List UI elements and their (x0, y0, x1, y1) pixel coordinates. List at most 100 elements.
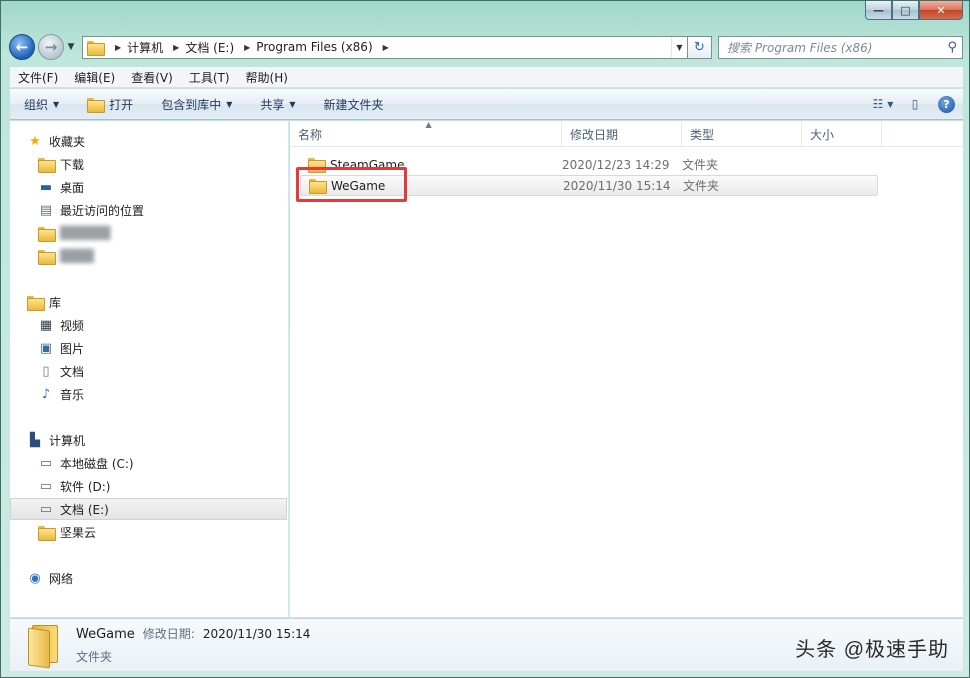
nav-network[interactable]: ◉ 网络 (27, 567, 288, 589)
back-button[interactable]: ← (9, 34, 35, 60)
minimize-button[interactable]: — (865, 1, 892, 20)
nav-item-music[interactable]: ♪ 音乐 (38, 383, 288, 405)
column-header-size[interactable]: 大小 (802, 121, 882, 147)
explorer-window: — □ ✕ ← → ▼ ▶ 计算机 ▶ 文档 (E:) ▶ Program Fi… (0, 0, 970, 678)
preview-pane-button[interactable]: ▯ (902, 93, 928, 115)
chevron-right-icon[interactable]: ▶ (115, 43, 121, 52)
column-header-label: 修改日期 (570, 127, 619, 142)
nav-item-recent-places[interactable]: ▤ 最近访问的位置 (38, 199, 288, 221)
chevron-right-icon[interactable]: ▶ (173, 43, 179, 52)
nav-network-label: 网络 (49, 571, 74, 586)
refresh-icon: ↻ (694, 39, 705, 55)
search-input[interactable]: 搜索 Program Files (x86) ⚲ (718, 35, 963, 59)
nav-computer-label: 计算机 (49, 433, 86, 448)
large-folder-icon (28, 623, 62, 669)
column-header-name[interactable]: ▲ 名称 (290, 120, 562, 147)
search-icon[interactable]: ⚲ (947, 40, 957, 55)
nav-favorites[interactable]: ★ 收藏夹 (27, 130, 288, 152)
nav-item-blurred-1[interactable]: ██████ (38, 222, 288, 244)
forward-button[interactable]: → (38, 34, 64, 60)
nav-computer[interactable]: ▙ 计算机 (27, 429, 288, 451)
nav-item-label: 桌面 (60, 180, 85, 195)
include-in-library-button[interactable]: 包含到库中 ▼ (147, 96, 246, 113)
view-list-icon: ☷ (872, 97, 884, 111)
downloads-folder-icon (38, 157, 56, 173)
windows-drive-icon: ▭ (39, 455, 53, 471)
nav-item-drive-c[interactable]: ▭ 本地磁盘 (C:) (38, 452, 288, 474)
navigation-pane: ★ 收藏夹 下载 ▬ 桌面 ▤ 最近访问的位置 ██████ ████ 库 ▦ (10, 121, 289, 617)
details-name: WeGame (76, 627, 135, 642)
document-icon: ▯ (42, 363, 50, 379)
column-header-label: 大小 (810, 127, 835, 142)
column-header-label: 名称 (298, 127, 323, 142)
address-history-dropdown[interactable]: ▼ (671, 36, 687, 58)
nav-item-videos[interactable]: ▦ 视频 (38, 314, 288, 336)
help-button[interactable]: ? (938, 95, 955, 113)
breadcrumb-program-files[interactable]: Program Files (x86) (256, 40, 372, 54)
nav-item-blurred-2[interactable]: ████ (38, 245, 288, 267)
include-in-library-label: 包含到库中 (161, 97, 222, 112)
recent-pages-dropdown[interactable]: ▼ (66, 42, 76, 52)
refresh-button[interactable]: ↻ (688, 35, 712, 59)
chevron-right-icon[interactable]: ▶ (383, 43, 389, 52)
address-bar[interactable]: ▶ 计算机 ▶ 文档 (E:) ▶ Program Files (x86) ▶ … (82, 35, 688, 59)
column-headers: ▲ 名称 修改日期 类型 大小 (290, 120, 963, 147)
organize-button[interactable]: 组织 ▼ (10, 96, 73, 113)
nav-libraries-label: 库 (49, 295, 62, 310)
nav-item-label: 音乐 (60, 387, 85, 402)
view-options-button[interactable]: ☷ ▼ (870, 93, 896, 115)
nav-item-drive-d[interactable]: ▭ 软件 (D:) (38, 475, 288, 497)
search-placeholder: 搜索 Program Files (x86) (727, 40, 873, 55)
column-header-modified[interactable]: 修改日期 (562, 121, 682, 147)
folder-icon (38, 249, 56, 265)
open-button[interactable]: 打开 (73, 96, 147, 113)
menu-view[interactable]: 查看(V) (123, 69, 181, 86)
column-header-type[interactable]: 类型 (682, 121, 802, 147)
nav-libraries[interactable]: 库 (27, 291, 288, 313)
open-folder-icon (87, 97, 106, 113)
share-button[interactable]: 共享 ▼ (246, 96, 309, 113)
arrow-left-icon: ← (15, 38, 29, 56)
menu-edit[interactable]: 编辑(E) (66, 69, 123, 86)
file-type: 文件夹 (682, 158, 719, 172)
maximize-button[interactable]: □ (892, 1, 919, 20)
nav-item-documents[interactable]: ▯ 文档 (38, 360, 288, 382)
caption-buttons: — □ ✕ (865, 1, 963, 20)
file-modified: 2020/12/23 14:29 (562, 157, 670, 172)
nav-item-jianguoyun[interactable]: 坚果云 (38, 521, 288, 543)
share-label: 共享 (260, 97, 285, 112)
nav-item-label: 图片 (60, 341, 85, 356)
command-bar: 组织 ▼ 打开 包含到库中 ▼ 共享 ▼ 新建文件夹 ☷ ▼ ▯ ? (10, 89, 963, 120)
menu-help[interactable]: 帮助(H) (238, 69, 296, 86)
details-modified-label: 修改日期: (142, 627, 195, 641)
nav-item-label: ████ (60, 249, 94, 263)
highlight-box (296, 167, 407, 202)
folder-icon (87, 40, 105, 56)
nav-item-downloads[interactable]: 下载 (38, 153, 288, 175)
close-button[interactable]: ✕ (919, 1, 963, 20)
nav-item-label: 文档 (60, 364, 85, 379)
menu-file[interactable]: 文件(F) (10, 69, 66, 86)
sort-ascending-icon: ▲ (425, 120, 432, 129)
menu-tools[interactable]: 工具(T) (181, 69, 238, 86)
folder-icon (38, 525, 56, 541)
breadcrumb-computer[interactable]: 计算机 (127, 39, 163, 56)
breadcrumb-drive-e[interactable]: 文档 (E:) (185, 39, 234, 56)
details-modified: 2020/11/30 15:14 (202, 627, 311, 641)
star-icon: ★ (29, 133, 41, 149)
organize-label: 组织 (24, 97, 49, 112)
file-type: 文件夹 (683, 179, 720, 193)
picture-icon: ▣ (39, 340, 53, 356)
nav-item-label: 坚果云 (60, 525, 97, 540)
nav-item-drive-e[interactable]: ▭ 文档 (E:) (10, 498, 287, 520)
recent-places-icon: ▤ (39, 202, 53, 218)
chevron-right-icon[interactable]: ▶ (244, 43, 250, 52)
nav-item-desktop[interactable]: ▬ 桌面 (38, 176, 288, 198)
column-header-label: 类型 (690, 127, 715, 142)
nav-item-label: 本地磁盘 (C:) (60, 456, 134, 471)
nav-item-pictures[interactable]: ▣ 图片 (38, 337, 288, 359)
network-icon: ◉ (29, 570, 41, 586)
new-folder-button[interactable]: 新建文件夹 (310, 96, 398, 113)
drive-icon: ▭ (39, 501, 53, 517)
desktop-icon: ▬ (39, 179, 53, 195)
